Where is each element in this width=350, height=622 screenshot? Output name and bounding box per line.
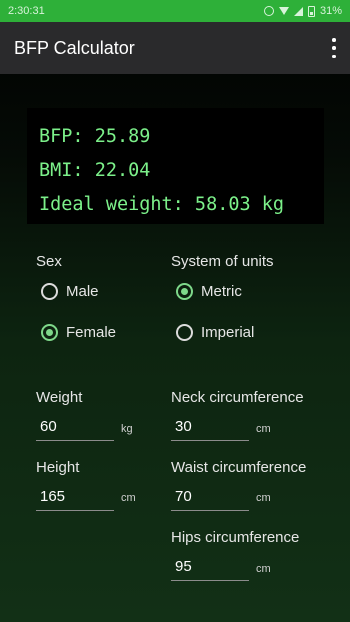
app-title: BFP Calculator	[14, 37, 135, 58]
radio-imperial-circle	[176, 324, 193, 341]
radio-female[interactable]: Female	[41, 324, 116, 341]
height-input[interactable]	[36, 483, 114, 511]
menu-dot	[332, 54, 336, 58]
neck-input[interactable]	[171, 413, 249, 441]
weight-input[interactable]	[36, 413, 114, 441]
waist-input[interactable]	[171, 483, 249, 511]
radio-female-circle	[41, 324, 58, 341]
sex-label: Sex	[36, 253, 62, 270]
overflow-menu-icon[interactable]	[330, 38, 338, 58]
radio-imperial-label: Imperial	[201, 324, 255, 341]
signal-icon	[293, 6, 303, 16]
waist-label: Waist circumference	[171, 459, 307, 476]
weight-label: Weight	[36, 389, 83, 406]
radio-male-circle	[41, 283, 58, 300]
battery-icon	[307, 5, 315, 17]
status-icons: 31%	[263, 5, 342, 17]
status-bar: 2:30:31 31%	[0, 0, 350, 22]
bmi-result: BMI: 22.04	[39, 160, 151, 181]
height-label: Height	[36, 459, 80, 476]
weight-unit: kg	[121, 423, 133, 435]
battery-percent: 31%	[319, 5, 342, 17]
neck-unit: cm	[256, 423, 271, 435]
app-bar: BFP Calculator	[0, 22, 350, 74]
menu-dot	[332, 38, 336, 42]
height-unit: cm	[121, 492, 136, 504]
status-time: 2:30:31	[8, 5, 45, 17]
radio-metric-label: Metric	[201, 283, 242, 300]
waist-unit: cm	[256, 492, 271, 504]
radio-imperial[interactable]: Imperial	[176, 324, 254, 341]
radio-metric[interactable]: Metric	[176, 283, 242, 300]
alarm-icon	[263, 6, 274, 16]
units-label: System of units	[171, 253, 274, 270]
radio-metric-circle	[176, 283, 193, 300]
menu-dot	[332, 46, 336, 50]
wifi-icon	[278, 7, 289, 15]
radio-male-label: Male	[66, 283, 99, 300]
hips-input[interactable]	[171, 553, 249, 581]
hips-label: Hips circumference	[171, 529, 300, 546]
ideal-weight-result: Ideal weight: 58.03 kg	[39, 194, 285, 215]
neck-label: Neck circumference	[171, 389, 304, 406]
result-panel: BFP: 25.89 BMI: 22.04 Ideal weight: 58.0…	[27, 108, 324, 224]
bfp-result: BFP: 25.89	[39, 126, 151, 147]
radio-female-label: Female	[66, 324, 117, 341]
hips-unit: cm	[256, 563, 271, 575]
radio-male[interactable]: Male	[41, 283, 99, 300]
